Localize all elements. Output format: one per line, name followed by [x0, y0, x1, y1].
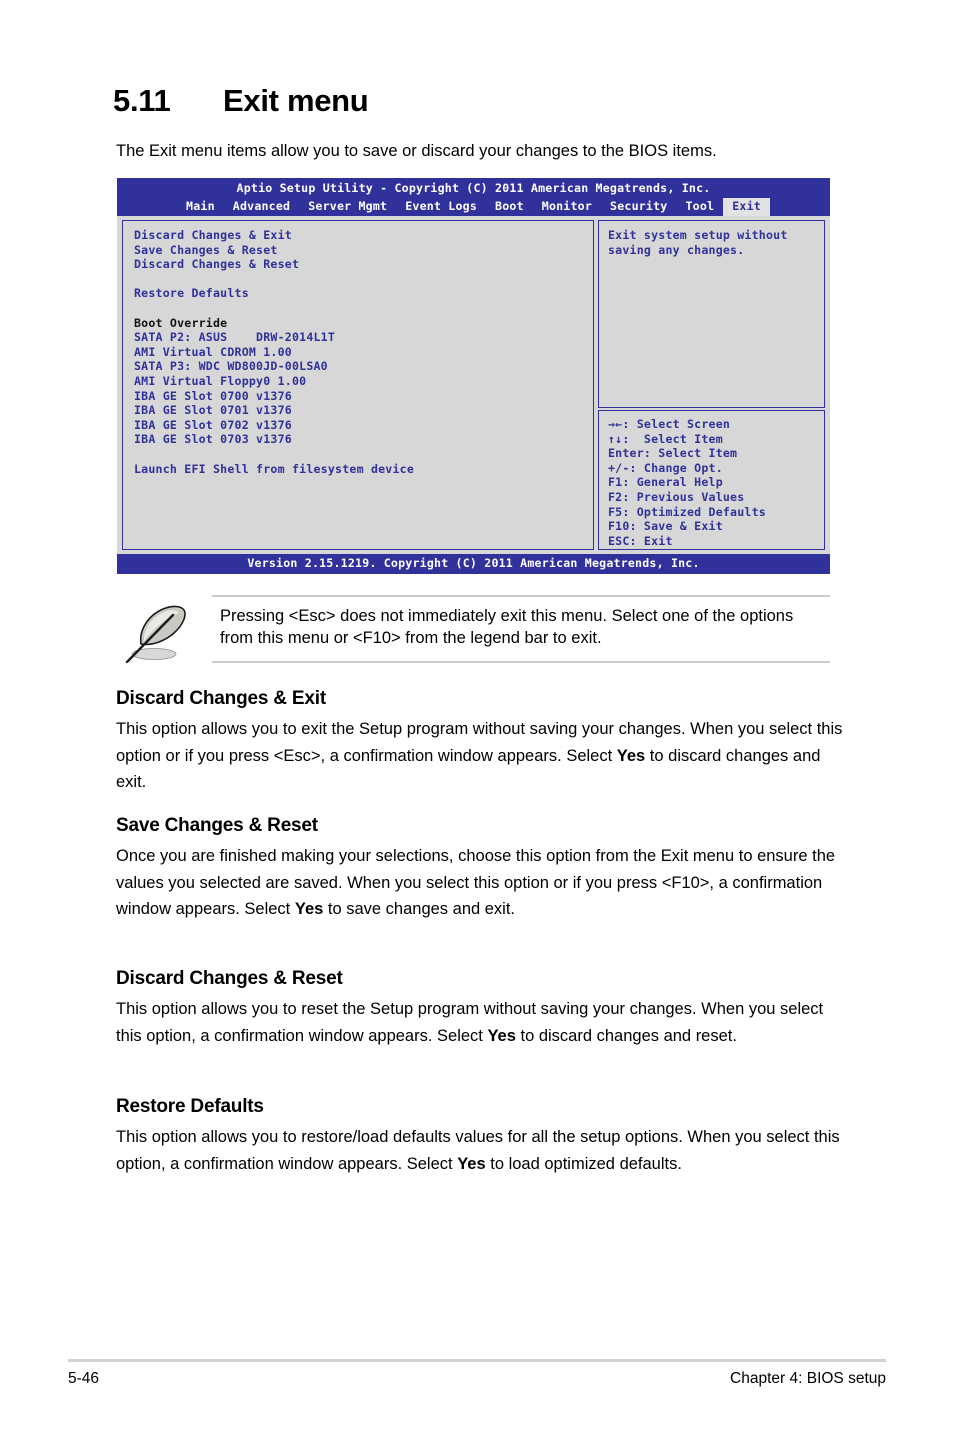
- bios-menu-item[interactable]: SATA P2: ASUS DRW-2014L1T: [134, 330, 593, 345]
- bios-title: Aptio Setup Utility - Copyright (C) 2011…: [236, 181, 711, 195]
- bios-menu-spacer: [134, 301, 593, 316]
- section-heading: Save Changes & Reset: [116, 815, 318, 836]
- section-save-changes-reset: Save Changes & Reset Once you are finish…: [116, 815, 846, 923]
- bios-menu-item[interactable]: Discard Changes & Reset: [134, 257, 593, 272]
- body-text-post: to load optimized defaults.: [485, 1154, 682, 1173]
- bios-menu-spacer: [134, 272, 593, 287]
- bios-legend-line: F2: Previous Values: [608, 489, 745, 504]
- bios-legend-line: F1: General Help: [608, 475, 723, 490]
- page-number: 5-46: [68, 1370, 100, 1387]
- bios-help-panel: Exit system setup without saving any chan…: [598, 220, 825, 408]
- section-body: This option allows you to exit the Setup…: [116, 716, 846, 796]
- bios-body: Discard Changes & Exit Save Changes & Res…: [117, 216, 830, 554]
- section-discard-changes-reset: Discard Changes & Reset This option allo…: [116, 968, 846, 1049]
- bios-legend-line: F10: Save & Exit: [608, 519, 723, 534]
- note-divider-top: [212, 595, 830, 597]
- note-divider-bottom: [212, 661, 830, 663]
- bios-legend-line: ↑↓: Select Item: [608, 431, 723, 446]
- bios-legend-line: Enter: Select Item: [608, 446, 738, 461]
- bios-legend-line: →←: Select Screen: [608, 417, 731, 431]
- bios-menu-item: Boot Override: [134, 315, 228, 330]
- body-text-post: to discard changes and reset.: [515, 1026, 737, 1045]
- bios-menu-item[interactable]: IBA GE Slot 0701 v1376: [134, 403, 593, 418]
- note-text: Pressing <Esc> does not immediately exit…: [220, 607, 794, 647]
- bios-screenshot: Aptio Setup Utility - Copyright (C) 2011…: [117, 178, 830, 574]
- quill-pen-icon: [121, 597, 199, 664]
- section-body: This option allows you to restore/load d…: [116, 1124, 846, 1177]
- bios-menu-panel: Discard Changes & Exit Save Changes & Res…: [122, 220, 594, 550]
- body-text-post: to save changes and exit.: [323, 900, 516, 918]
- note-callout: Pressing <Esc> does not immediately exit…: [117, 595, 830, 664]
- bios-tab-security[interactable]: Security: [601, 198, 676, 216]
- section-body: This option allows you to reset the Setu…: [116, 996, 846, 1049]
- bios-help-line: Exit system setup without: [608, 228, 788, 242]
- body-text-emphasis: Yes: [616, 746, 646, 765]
- document-page: 5.11 Exit menu The Exit menu items allow…: [0, 0, 954, 1438]
- bios-menu-item[interactable]: SATA P3: WDC WD800JD-00LSA0: [134, 359, 593, 374]
- section-discard-changes-exit: Discard Changes & Exit This option allow…: [116, 688, 846, 796]
- body-text-emphasis: Yes: [487, 1026, 516, 1045]
- section-heading: Restore Defaults: [116, 1096, 264, 1117]
- bios-menu-item[interactable]: Discard Changes & Exit: [134, 228, 593, 243]
- section-heading: Discard Changes & Exit: [116, 688, 326, 709]
- bios-version-footer: Version 2.15.1219. Copyright (C) 2011 Am…: [117, 554, 830, 574]
- section-body: Once you are finished making your select…: [116, 843, 846, 923]
- section-title: Exit menu: [223, 83, 369, 118]
- bios-tab-monitor[interactable]: Monitor: [533, 198, 601, 216]
- bios-menu-item[interactable]: AMI Virtual Floppy0 1.00: [134, 374, 593, 389]
- body-text-emphasis: Yes: [457, 1154, 486, 1173]
- bios-menu-item[interactable]: AMI Virtual CDROM 1.00: [134, 345, 593, 360]
- footer-divider: [68, 1359, 886, 1362]
- footer-chapter: Chapter 4: BIOS setup: [730, 1370, 886, 1387]
- bios-tab-event-logs[interactable]: Event Logs: [396, 198, 486, 216]
- bios-tab-main[interactable]: Main: [177, 198, 224, 216]
- bios-menu-item[interactable]: Restore Defaults: [134, 286, 593, 301]
- bios-legend-line: F5: Optimized Defaults: [608, 504, 766, 519]
- bios-tab-exit[interactable]: Exit: [723, 198, 770, 216]
- bios-legend-panel: →←: Select Screen ↑↓: Select Item Enter: S…: [598, 410, 825, 550]
- bios-menu-item[interactable]: Save Changes & Reset: [134, 243, 593, 258]
- bios-tab-bar: Main Advanced Server Mgmt Event Logs Boot Mon…: [117, 198, 830, 216]
- bios-tab-server-mgmt[interactable]: Server Mgmt: [299, 198, 396, 216]
- section-restore-defaults: Restore Defaults This option allows you …: [116, 1096, 846, 1177]
- section-heading: Discard Changes & Reset: [116, 968, 343, 989]
- bios-legend-line: +/-: Change Opt.: [608, 460, 723, 475]
- bios-legend-line: ESC: Exit: [608, 533, 673, 548]
- bios-tab-boot[interactable]: Boot: [486, 198, 533, 216]
- bios-tab-tool[interactable]: Tool: [676, 198, 723, 216]
- bios-menu-item[interactable]: IBA GE Slot 0700 v1376: [134, 389, 593, 404]
- page-title: 5.11 Exit menu: [113, 83, 853, 119]
- bios-menu-spacer: [134, 447, 593, 462]
- bios-menu-item[interactable]: Launch EFI Shell from filesystem device: [134, 462, 593, 477]
- intro-paragraph: The Exit menu items allow you to save or…: [116, 142, 717, 160]
- bios-menu-item[interactable]: IBA GE Slot 0702 v1376: [134, 418, 593, 433]
- bios-tab-advanced[interactable]: Advanced: [224, 198, 299, 216]
- section-number: 5.11: [113, 83, 171, 118]
- body-text-emphasis: Yes: [294, 900, 324, 918]
- bios-menu-item[interactable]: IBA GE Slot 0703 v1376: [134, 432, 593, 447]
- bios-help-line: saving any changes.: [608, 242, 745, 257]
